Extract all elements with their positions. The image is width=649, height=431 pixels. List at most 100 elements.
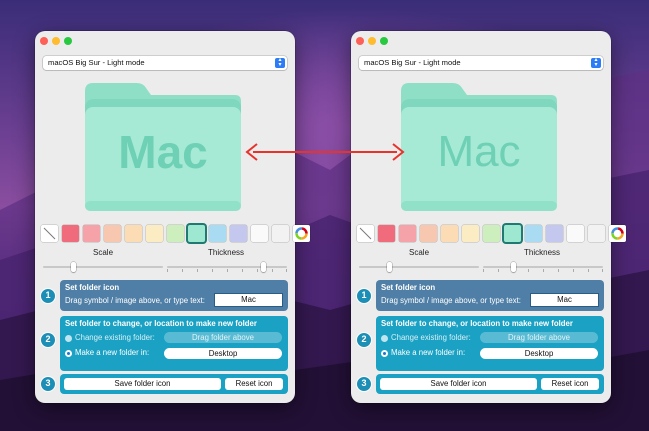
color-wheel-swatch[interactable] (293, 225, 310, 242)
minimize-button[interactable] (368, 37, 376, 45)
white-swatch[interactable] (251, 225, 268, 242)
color-wheel-icon (611, 227, 624, 240)
make-new-folder-label: Make a new folder in: (75, 348, 150, 357)
scale-slider-knob[interactable] (71, 262, 76, 272)
make-new-folder-radio[interactable] (381, 350, 388, 357)
step-1-subtitle: Drag symbol / image above, or type text: (65, 296, 205, 305)
mint-swatch[interactable] (188, 225, 205, 242)
change-existing-label: Change existing folder: (391, 333, 471, 342)
thickness-label: Thickness (524, 248, 561, 257)
step-1-badge: 1 (40, 288, 56, 304)
step-1-panel: Set folder icon Drag symbol / image abov… (376, 280, 604, 311)
thickness-slider[interactable] (167, 262, 287, 272)
save-folder-icon-button[interactable]: Save folder icon (64, 378, 221, 390)
thickness-slider[interactable] (483, 262, 603, 272)
color-swatches (357, 225, 626, 242)
step-1-panel: Set folder icon Drag symbol / image abov… (60, 280, 288, 311)
slash-icon (359, 227, 372, 240)
step-3-badge: 3 (356, 376, 372, 392)
white-swatch[interactable] (567, 225, 584, 242)
reset-icon-button[interactable]: Reset icon (225, 378, 283, 390)
step-1-subtitle: Drag symbol / image above, or type text: (381, 296, 521, 305)
color-wheel-swatch[interactable] (609, 225, 626, 242)
theme-select-value: macOS Big Sur - Light mode (364, 58, 461, 67)
close-button[interactable] (40, 37, 48, 45)
step-2-badge: 2 (356, 332, 372, 348)
scale-label: Scale (409, 248, 430, 257)
theme-select-value: macOS Big Sur - Light mode (48, 58, 145, 67)
folder-icon-preview[interactable]: Mac (397, 79, 561, 217)
thickness-slider-knob[interactable] (511, 262, 516, 272)
step-3-panel: Save folder icon Reset icon (60, 374, 288, 394)
theme-select[interactable]: macOS Big Sur - Light mode ▴ ▾ (43, 56, 287, 70)
location-select[interactable]: Desktop (480, 348, 598, 359)
sky-swatch[interactable] (525, 225, 542, 242)
make-new-folder-radio[interactable] (65, 350, 72, 357)
step-2-badge: 2 (40, 332, 56, 348)
orange-swatch[interactable] (125, 225, 142, 242)
window-controls (40, 37, 72, 45)
zoom-button[interactable] (64, 37, 72, 45)
lavender-swatch[interactable] (230, 225, 247, 242)
step-3-panel: Save folder icon Reset icon (376, 374, 604, 394)
step-3-badge: 3 (40, 376, 56, 392)
peach-swatch[interactable] (104, 225, 121, 242)
drag-folder-target[interactable]: Drag folder above (480, 332, 598, 343)
red-swatch[interactable] (62, 225, 79, 242)
change-existing-label: Change existing folder: (75, 333, 155, 342)
save-folder-icon-button[interactable]: Save folder icon (380, 378, 537, 390)
drag-folder-target[interactable]: Drag folder above (164, 332, 282, 343)
scale-slider[interactable] (359, 262, 479, 272)
sky-swatch[interactable] (209, 225, 226, 242)
step-2-panel: Set folder to change, or location to mak… (60, 316, 288, 371)
step-2-panel: Set folder to change, or location to mak… (376, 316, 604, 371)
step-2-title: Set folder to change, or location to mak… (381, 319, 573, 328)
scale-slider-knob[interactable] (387, 262, 392, 272)
peach-swatch[interactable] (420, 225, 437, 242)
step-1-title: Set folder icon (381, 283, 436, 292)
red-swatch[interactable] (378, 225, 395, 242)
step-2-title: Set folder to change, or location to mak… (65, 319, 257, 328)
double-arrow-icon (245, 143, 405, 161)
thickness-slider-knob[interactable] (261, 262, 266, 272)
scale-label: Scale (93, 248, 114, 257)
chevron-up-down-icon: ▴ ▾ (591, 57, 601, 68)
step-1-badge: 1 (356, 288, 372, 304)
yellow-swatch[interactable] (146, 225, 163, 242)
chevron-up-down-icon: ▴ ▾ (275, 57, 285, 68)
make-new-folder-label: Make a new folder in: (391, 348, 466, 357)
close-button[interactable] (356, 37, 364, 45)
light-gray-swatch[interactable] (588, 225, 605, 242)
green-swatch[interactable] (483, 225, 500, 242)
color-wheel-icon (295, 227, 308, 240)
folder-icon-text: Mac (118, 126, 208, 178)
orange-swatch[interactable] (441, 225, 458, 242)
folder-icon-window-right: macOS Big Sur - Light mode ▴ ▾ Mac Scale… (351, 31, 626, 403)
zoom-button[interactable] (380, 37, 388, 45)
change-existing-radio[interactable] (381, 335, 388, 342)
thickness-label: Thickness (208, 248, 245, 257)
mint-swatch[interactable] (504, 225, 521, 242)
theme-select[interactable]: macOS Big Sur - Light mode ▴ ▾ (359, 56, 603, 70)
no-color-swatch[interactable] (41, 225, 58, 242)
folder-icon-preview[interactable]: Mac (81, 79, 245, 217)
folder-text-input[interactable]: Mac (214, 293, 283, 307)
salmon-swatch[interactable] (399, 225, 416, 242)
salmon-swatch[interactable] (83, 225, 100, 242)
scale-slider[interactable] (43, 262, 163, 272)
location-select[interactable]: Desktop (164, 348, 282, 359)
green-swatch[interactable] (167, 225, 184, 242)
window-controls (356, 37, 388, 45)
step-1-title: Set folder icon (65, 283, 120, 292)
no-color-swatch[interactable] (357, 225, 374, 242)
reset-icon-button[interactable]: Reset icon (541, 378, 599, 390)
change-existing-radio[interactable] (65, 335, 72, 342)
light-gray-swatch[interactable] (272, 225, 289, 242)
lavender-swatch[interactable] (546, 225, 563, 242)
folder-text-input[interactable]: Mac (530, 293, 599, 307)
yellow-swatch[interactable] (462, 225, 479, 242)
folder-icon-text: Mac (437, 127, 521, 176)
minimize-button[interactable] (52, 37, 60, 45)
folder-icon-window-left: macOS Big Sur - Light mode ▴ ▾ Mac Scale… (35, 31, 310, 403)
slash-icon (43, 227, 56, 240)
